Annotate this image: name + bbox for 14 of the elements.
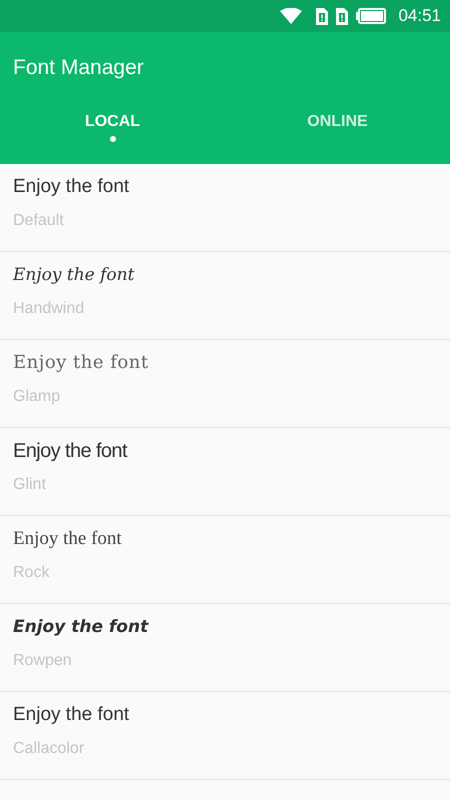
font-sample-text: Enjoy the font (13, 264, 136, 287)
tab-indicator-dot (110, 136, 116, 142)
battery-icon (356, 8, 386, 24)
clock-time: 04:51 (398, 6, 441, 26)
app-title: Font Manager (12, 55, 145, 81)
wifi-icon (280, 8, 302, 24)
font-sample-text: Enjoy the font (13, 351, 150, 375)
sim-card-icon (336, 8, 348, 24)
font-sample-text: Enjoy the font (13, 527, 123, 551)
font-sample-text: Enjoy the font (13, 703, 130, 727)
font-sample-text: Enjoy the font (13, 175, 130, 199)
font-sample-text: Enjoy the font (13, 616, 150, 639)
font-sample-text: Enjoy the font (13, 439, 128, 464)
sim-card-icon (316, 8, 328, 24)
